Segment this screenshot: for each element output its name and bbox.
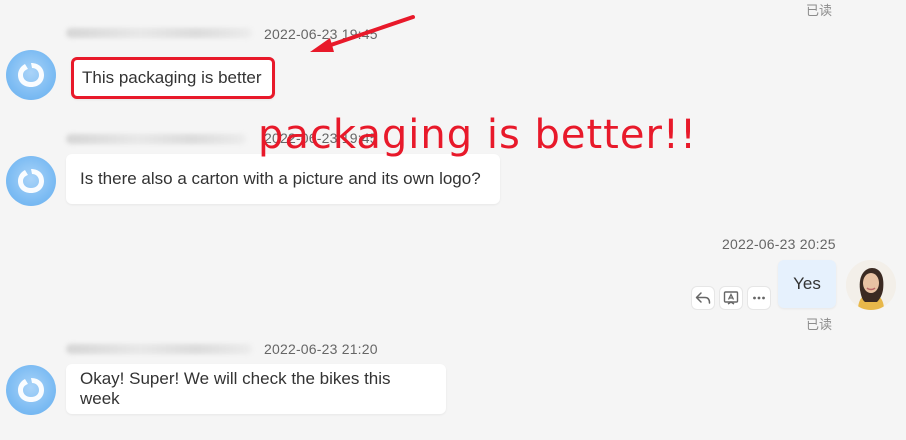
user-photo-icon — [846, 260, 896, 310]
avatar-logo-icon — [18, 378, 44, 402]
reply-button[interactable] — [691, 286, 715, 310]
reply-icon — [695, 292, 711, 304]
message-text: Okay! Super! We will check the bikes thi… — [80, 369, 391, 408]
message-bubble-self[interactable]: Yes — [778, 260, 836, 308]
more-icon — [753, 296, 765, 300]
author-name-blurred — [66, 28, 252, 38]
message-bubble[interactable]: This packaging is better — [71, 57, 275, 99]
contact-avatar[interactable] — [6, 50, 56, 100]
top-read-status: 已读 — [806, 3, 833, 18]
author-name-blurred — [66, 344, 252, 354]
message-bubble[interactable]: Is there also a carton with a picture an… — [66, 154, 500, 204]
message-text: Is there also a carton with a picture an… — [80, 169, 481, 188]
avatar-logo-icon — [18, 169, 44, 193]
message-text: Yes — [793, 274, 821, 293]
more-button[interactable] — [747, 286, 771, 310]
author-name-blurred — [66, 134, 246, 144]
message-4: 2022-06-23 21:20 Okay! Super! We will ch… — [0, 336, 906, 436]
translate-button[interactable] — [719, 286, 743, 310]
read-status: 已读 — [806, 317, 833, 332]
translate-icon — [723, 291, 739, 305]
message-3-self: 2022-06-23 20:25 Yes 已读 — [0, 230, 906, 340]
my-avatar[interactable] — [846, 260, 896, 310]
avatar-logo-icon — [18, 63, 44, 87]
contact-avatar[interactable] — [6, 156, 56, 206]
message-timestamp: 2022-06-23 21:20 — [264, 341, 378, 357]
message-1: 2022-06-23 19:45 This packaging is bette… — [0, 20, 906, 110]
contact-avatar[interactable] — [6, 365, 56, 415]
annotation-arrow-icon — [310, 15, 415, 52]
message-bubble[interactable]: Okay! Super! We will check the bikes thi… — [66, 364, 446, 414]
message-timestamp: 2022-06-23 20:25 — [722, 236, 836, 252]
annotation-text: packaging is better!! — [258, 112, 697, 158]
message-text: This packaging is better — [82, 68, 262, 87]
